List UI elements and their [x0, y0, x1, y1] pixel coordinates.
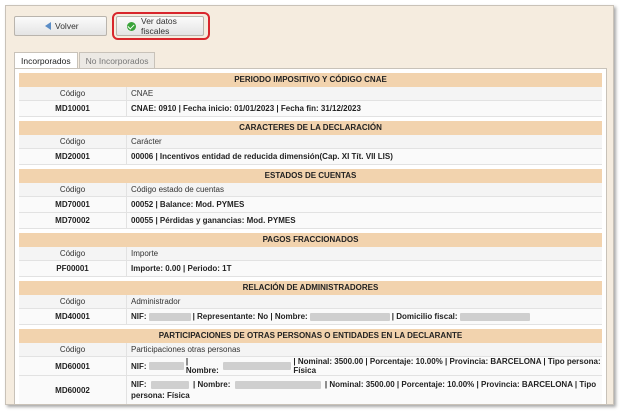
- column-header-code: Código: [19, 183, 127, 196]
- redacted-name: [222, 362, 292, 370]
- view-fiscal-data-label: Ver datos fiscales: [141, 16, 177, 36]
- table-header: Código Carácter: [19, 135, 602, 149]
- section-title-estados: ESTADOS DE CUENTAS: [19, 169, 602, 183]
- table-row: MD10001 CNAE: 0910 | Fecha inicio: 01/01…: [19, 101, 602, 117]
- redacted-name: [234, 380, 321, 389]
- column-header-code: Código: [19, 343, 127, 356]
- column-header-code: Código: [19, 247, 127, 260]
- content-panel: PERIODO IMPOSITIVO Y CÓDIGO CNAE Código …: [14, 68, 607, 404]
- section-title-participaciones: PARTICIPACIONES DE OTRAS PERSONAS O ENTI…: [19, 329, 602, 343]
- table-row: PF00001 Importe: 0.00 | Periodo: 1T: [19, 261, 602, 277]
- row-value: NIF: | Nombre: | Nominal: 3500.00 | Porc…: [127, 376, 602, 404]
- row-code: MD10001: [19, 101, 127, 116]
- table-row: MD60002 NIF: | Nombre: | Nominal: 3500.0…: [19, 376, 602, 404]
- column-header-value: CNAE: [131, 89, 154, 98]
- row-value: 00052 | Balance: Mod. PYMES: [131, 200, 245, 209]
- table-header: Código CNAE: [19, 87, 602, 101]
- section-title-caracteres: CARACTERES DE LA DECLARACIÓN: [19, 121, 602, 135]
- column-header-value: Carácter: [131, 137, 162, 146]
- section-title-periodo: PERIODO IMPOSITIVO Y CÓDIGO CNAE: [19, 73, 602, 87]
- back-button-label: Volver: [55, 21, 79, 31]
- column-header-code: Código: [19, 295, 127, 308]
- window-frame: Volver Ver datos fiscales Incorporados N…: [5, 5, 614, 405]
- row-code: MD70002: [19, 213, 127, 228]
- table-header: Código Administrador: [19, 295, 602, 309]
- section-title-administradores: RELACIÓN DE ADMINISTRADORES: [19, 281, 602, 295]
- back-button[interactable]: Volver: [14, 16, 107, 36]
- representative-text: | Representante: No | Nombre:: [192, 312, 308, 321]
- row-value: Importe: 0.00 | Periodo: 1T: [131, 264, 232, 273]
- table-row: MD20001 00006 | Incentivos entidad de re…: [19, 149, 602, 165]
- nif-label: NIF:: [131, 312, 147, 321]
- name-label: | Nombre:: [193, 380, 231, 389]
- row-value: NIF: | Representante: No | Nombre: | Dom…: [127, 309, 602, 324]
- participation-details: | Nominal: 3500.00 | Porcentaje: 10.00% …: [293, 357, 601, 375]
- section-title-pagos: PAGOS FRACCIONADOS: [19, 233, 602, 247]
- column-header-value: Código estado de cuentas: [131, 185, 224, 194]
- tab-incorporados[interactable]: Incorporados: [14, 52, 78, 68]
- domicile-text: | Domicilio fiscal:: [391, 312, 458, 321]
- table-row: MD70002 00055 | Pérdidas y ganancias: Mo…: [19, 213, 602, 229]
- table-header: Código Importe: [19, 247, 602, 261]
- column-header-code: Código: [19, 135, 127, 148]
- row-value: NIF: | Nombre: | Nominal: 3500.00 | Porc…: [127, 357, 602, 375]
- view-fiscal-data-button[interactable]: Ver datos fiscales: [116, 16, 204, 36]
- column-header-value: Participaciones otras personas: [131, 345, 241, 354]
- redacted-nif: [150, 380, 189, 389]
- table-header: Código Participaciones otras personas: [19, 343, 602, 357]
- redacted-nif: [148, 362, 184, 370]
- row-value: 00006 | Incentivos entidad de reducida d…: [131, 152, 393, 161]
- nif-label: NIF:: [131, 361, 147, 371]
- redacted-address: [459, 312, 530, 321]
- tab-bar: Incorporados No Incorporados: [14, 52, 156, 68]
- tab-no-incorporados[interactable]: No Incorporados: [78, 52, 156, 68]
- column-header-code: Código: [19, 87, 127, 100]
- back-arrow-icon: [45, 22, 51, 30]
- row-code: MD60002: [19, 376, 127, 404]
- column-header-value: Administrador: [131, 297, 181, 306]
- nif-label: NIF:: [131, 380, 147, 389]
- row-code: MD60001: [19, 357, 127, 375]
- row-code: MD70001: [19, 197, 127, 212]
- redacted-name: [309, 312, 390, 321]
- table-header: Código Código estado de cuentas: [19, 183, 602, 197]
- table-row: MD40001 NIF: | Representante: No | Nombr…: [19, 309, 602, 325]
- table-row: MD60001 NIF: | Nombre: | Nominal: 3500.0…: [19, 357, 602, 376]
- column-header-value: Importe: [131, 249, 159, 258]
- row-code: MD20001: [19, 149, 127, 164]
- check-icon: [127, 21, 136, 31]
- name-label: | Nombre:: [185, 357, 219, 375]
- row-value: CNAE: 0910 | Fecha inicio: 01/01/2023 | …: [131, 104, 361, 113]
- table-row: MD70001 00052 | Balance: Mod. PYMES: [19, 197, 602, 213]
- row-value: 00055 | Pérdidas y ganancias: Mod. PYMES: [131, 216, 296, 225]
- redacted-nif: [148, 312, 191, 321]
- row-code: MD40001: [19, 309, 127, 324]
- row-code: PF00001: [19, 261, 127, 276]
